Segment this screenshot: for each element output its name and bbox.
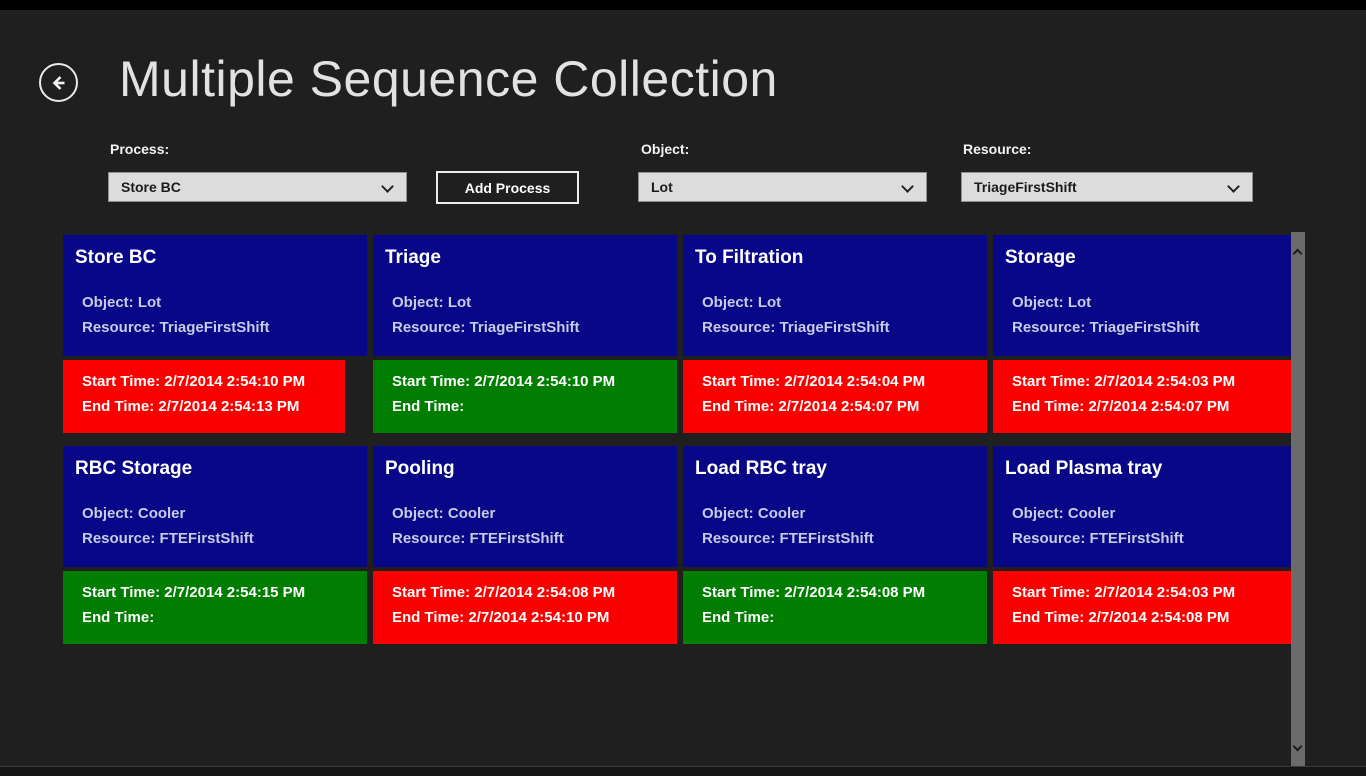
page-title: Multiple Sequence Collection	[119, 50, 778, 108]
process-dropdown[interactable]: Store BC	[108, 172, 407, 202]
card-resource-line: Resource: FTEFirstShift	[63, 526, 367, 551]
end-time-line: End Time: 2/7/2014 2:54:07 PM	[683, 394, 987, 419]
chevron-down-icon	[1227, 180, 1240, 193]
process-card-pooling[interactable]: Pooling Object: Cooler Resource: FTEFirs…	[373, 446, 677, 644]
start-time-line: Start Time: 2/7/2014 2:54:10 PM	[63, 369, 345, 394]
card-object-line: Object: Cooler	[993, 501, 1297, 526]
start-time-line: Start Time: 2/7/2014 2:54:04 PM	[683, 369, 987, 394]
card-title: RBC Storage	[63, 446, 367, 480]
start-time-line: Start Time: 2/7/2014 2:54:15 PM	[63, 580, 367, 605]
end-time-line: End Time: 2/7/2014 2:54:13 PM	[63, 394, 345, 419]
process-card-rbc-storage[interactable]: RBC Storage Object: Cooler Resource: FTE…	[63, 446, 367, 644]
card-time-panel: Start Time: 2/7/2014 2:54:04 PM End Time…	[683, 360, 987, 433]
process-card-store-bc[interactable]: Store BC Object: Lot Resource: TriageFir…	[63, 235, 367, 433]
card-title: To Filtration	[683, 235, 987, 269]
end-time-line: End Time:	[373, 394, 677, 419]
resource-label: Resource:	[963, 141, 1031, 157]
card-resource-line: Resource: FTEFirstShift	[373, 526, 677, 551]
object-dropdown[interactable]: Lot	[638, 172, 927, 202]
end-time-line: End Time: 2/7/2014 2:54:10 PM	[373, 605, 677, 630]
card-object-line: Object: Lot	[993, 290, 1297, 315]
card-title: Triage	[373, 235, 677, 269]
card-object-line: Object: Lot	[683, 290, 987, 315]
add-process-button[interactable]: Add Process	[436, 171, 579, 204]
card-header: RBC Storage Object: Cooler Resource: FTE…	[63, 446, 367, 567]
card-resource-line: Resource: TriageFirstShift	[683, 315, 987, 340]
object-dropdown-value: Lot	[651, 179, 673, 195]
card-time-panel: Start Time: 2/7/2014 2:54:03 PM End Time…	[993, 360, 1297, 433]
bottom-edge	[0, 766, 1366, 776]
card-object-line: Object: Cooler	[683, 501, 987, 526]
process-card-triage[interactable]: Triage Object: Lot Resource: TriageFirst…	[373, 235, 677, 433]
card-header: Pooling Object: Cooler Resource: FTEFirs…	[373, 446, 677, 567]
card-resource-line: Resource: FTEFirstShift	[993, 526, 1297, 551]
end-time-line: End Time:	[683, 605, 987, 630]
scroll-down-icon[interactable]	[1293, 742, 1303, 752]
start-time-line: Start Time: 2/7/2014 2:54:08 PM	[373, 580, 677, 605]
end-time-line: End Time:	[63, 605, 367, 630]
process-card-storage[interactable]: Storage Object: Lot Resource: TriageFirs…	[993, 235, 1297, 433]
card-header: To Filtration Object: Lot Resource: Tria…	[683, 235, 987, 356]
window-top-bar	[0, 0, 1366, 10]
card-time-panel: Start Time: 2/7/2014 2:54:10 PM End Time…	[373, 360, 677, 433]
card-resource-line: Resource: FTEFirstShift	[683, 526, 987, 551]
card-title: Load RBC tray	[683, 446, 987, 480]
process-card-to-filtration[interactable]: To Filtration Object: Lot Resource: Tria…	[683, 235, 987, 433]
card-object-line: Object: Cooler	[373, 501, 677, 526]
chevron-down-icon	[901, 180, 914, 193]
card-time-panel: Start Time: 2/7/2014 2:54:03 PM End Time…	[993, 571, 1297, 644]
start-time-line: Start Time: 2/7/2014 2:54:03 PM	[993, 580, 1297, 605]
process-label: Process:	[110, 141, 169, 157]
vertical-scrollbar[interactable]	[1291, 232, 1305, 768]
resource-dropdown-value: TriageFirstShift	[974, 179, 1077, 195]
process-card-load-rbc-tray[interactable]: Load RBC tray Object: Cooler Resource: F…	[683, 446, 987, 644]
card-time-panel: Start Time: 2/7/2014 2:54:10 PM End Time…	[63, 360, 345, 433]
card-header: Storage Object: Lot Resource: TriageFirs…	[993, 235, 1297, 356]
process-dropdown-value: Store BC	[121, 179, 181, 195]
card-header: Triage Object: Lot Resource: TriageFirst…	[373, 235, 677, 356]
card-title: Store BC	[63, 235, 367, 269]
resource-dropdown[interactable]: TriageFirstShift	[961, 172, 1253, 202]
chevron-down-icon	[381, 180, 394, 193]
card-time-panel: Start Time: 2/7/2014 2:54:15 PM End Time…	[63, 571, 367, 644]
process-card-load-plasma-tray[interactable]: Load Plasma tray Object: Cooler Resource…	[993, 446, 1297, 644]
card-time-panel: Start Time: 2/7/2014 2:54:08 PM End Time…	[683, 571, 987, 644]
card-resource-line: Resource: TriageFirstShift	[373, 315, 677, 340]
end-time-line: End Time: 2/7/2014 2:54:07 PM	[993, 394, 1297, 419]
card-title: Storage	[993, 235, 1297, 269]
card-title: Pooling	[373, 446, 677, 480]
card-header: Load RBC tray Object: Cooler Resource: F…	[683, 446, 987, 567]
card-resource-line: Resource: TriageFirstShift	[993, 315, 1297, 340]
start-time-line: Start Time: 2/7/2014 2:54:08 PM	[683, 580, 987, 605]
card-object-line: Object: Cooler	[63, 501, 367, 526]
scroll-up-icon[interactable]	[1293, 249, 1303, 259]
card-object-line: Object: Lot	[63, 290, 367, 315]
card-header: Store BC Object: Lot Resource: TriageFir…	[63, 235, 367, 356]
card-title: Load Plasma tray	[993, 446, 1297, 480]
back-button[interactable]	[39, 63, 78, 102]
card-header: Load Plasma tray Object: Cooler Resource…	[993, 446, 1297, 567]
card-time-panel: Start Time: 2/7/2014 2:54:08 PM End Time…	[373, 571, 677, 644]
card-object-line: Object: Lot	[373, 290, 677, 315]
card-resource-line: Resource: TriageFirstShift	[63, 315, 367, 340]
start-time-line: Start Time: 2/7/2014 2:54:03 PM	[993, 369, 1297, 394]
start-time-line: Start Time: 2/7/2014 2:54:10 PM	[373, 369, 677, 394]
back-arrow-icon	[49, 73, 69, 93]
object-label: Object:	[641, 141, 689, 157]
end-time-line: End Time: 2/7/2014 2:54:08 PM	[993, 605, 1297, 630]
